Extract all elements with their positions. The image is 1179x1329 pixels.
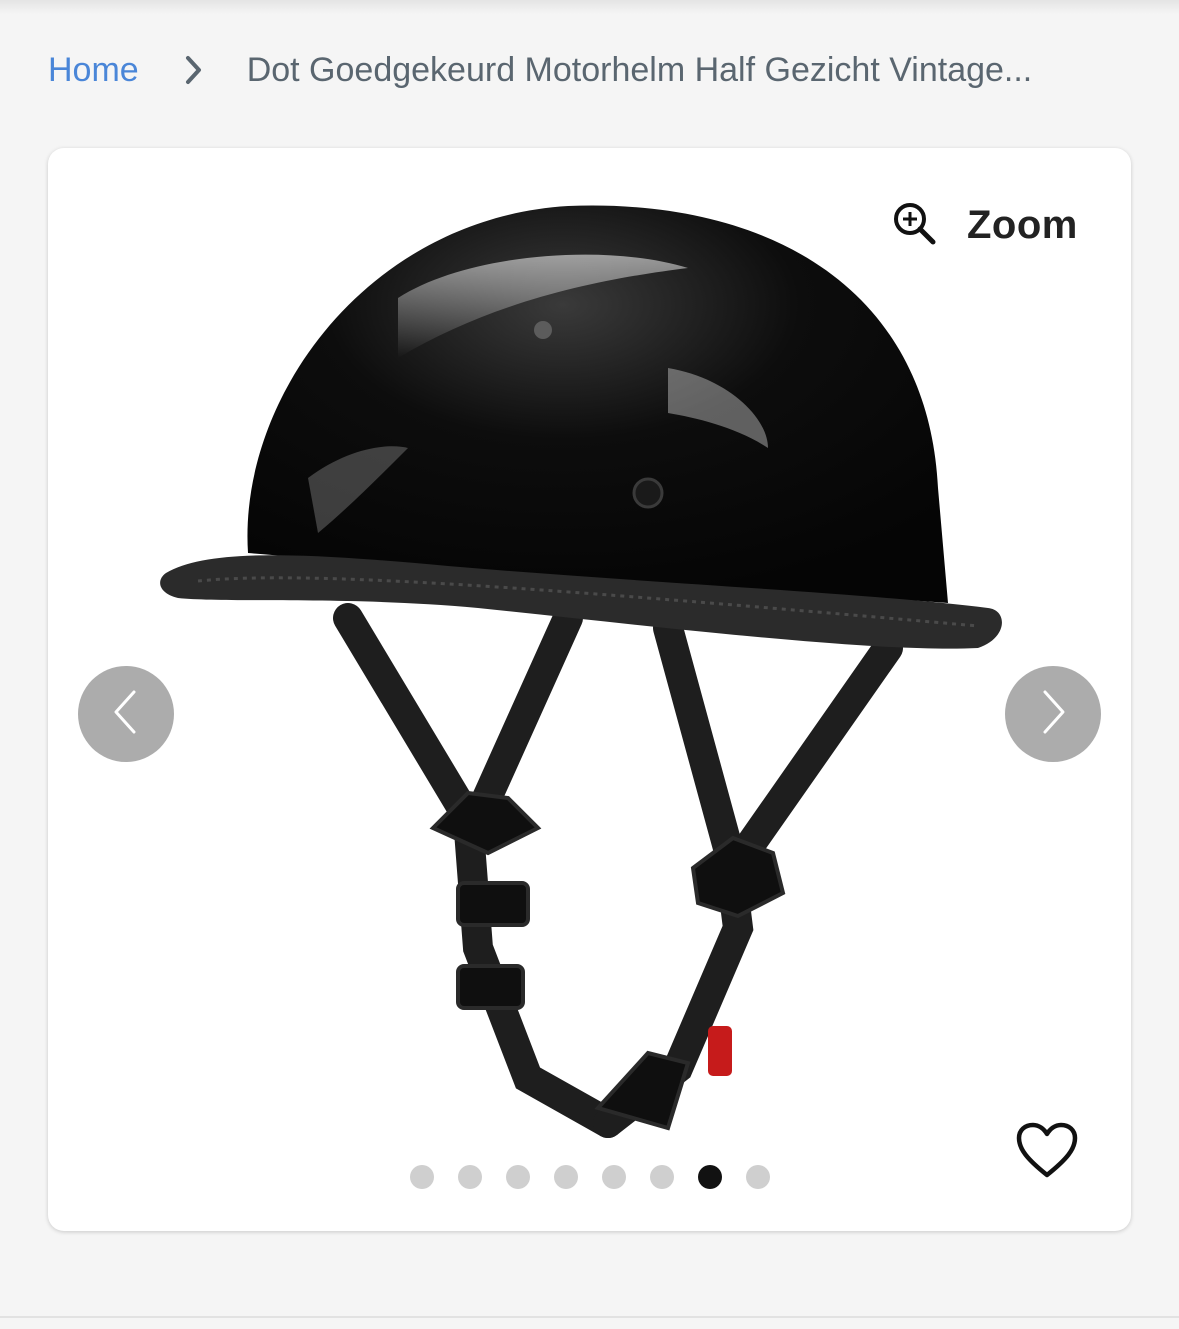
breadcrumb: Home Dot Goedgekeurd Motorhelm Half Gezi… bbox=[48, 40, 1148, 100]
pagination-dot[interactable] bbox=[602, 1165, 626, 1189]
pagination-dot[interactable] bbox=[506, 1165, 530, 1189]
top-shadow bbox=[0, 0, 1179, 14]
previous-image-button[interactable] bbox=[78, 666, 174, 762]
next-image-button[interactable] bbox=[1005, 666, 1101, 762]
chevron-left-icon bbox=[110, 688, 142, 741]
zoom-button[interactable]: Zoom bbox=[871, 174, 1107, 276]
pagination-dot[interactable] bbox=[698, 1165, 722, 1189]
breadcrumb-home-link[interactable]: Home bbox=[48, 51, 139, 90]
heart-icon bbox=[1015, 1121, 1079, 1184]
favorite-button[interactable] bbox=[998, 1103, 1096, 1201]
zoom-in-icon bbox=[891, 200, 937, 251]
pagination-dot[interactable] bbox=[554, 1165, 578, 1189]
zoom-label: Zoom bbox=[967, 202, 1078, 247]
pagination-dot[interactable] bbox=[458, 1165, 482, 1189]
pagination-dot[interactable] bbox=[410, 1165, 434, 1189]
chevron-right-icon bbox=[1037, 688, 1069, 741]
product-gallery: Zoom bbox=[48, 148, 1131, 1231]
pagination-dot[interactable] bbox=[746, 1165, 770, 1189]
divider bbox=[0, 1316, 1179, 1318]
image-pagination bbox=[410, 1165, 770, 1189]
breadcrumb-current: Dot Goedgekeurd Motorhelm Half Gezicht V… bbox=[246, 50, 1033, 89]
product-image[interactable] bbox=[48, 148, 1131, 1231]
chevron-right-icon bbox=[185, 55, 203, 85]
pagination-dot[interactable] bbox=[650, 1165, 674, 1189]
